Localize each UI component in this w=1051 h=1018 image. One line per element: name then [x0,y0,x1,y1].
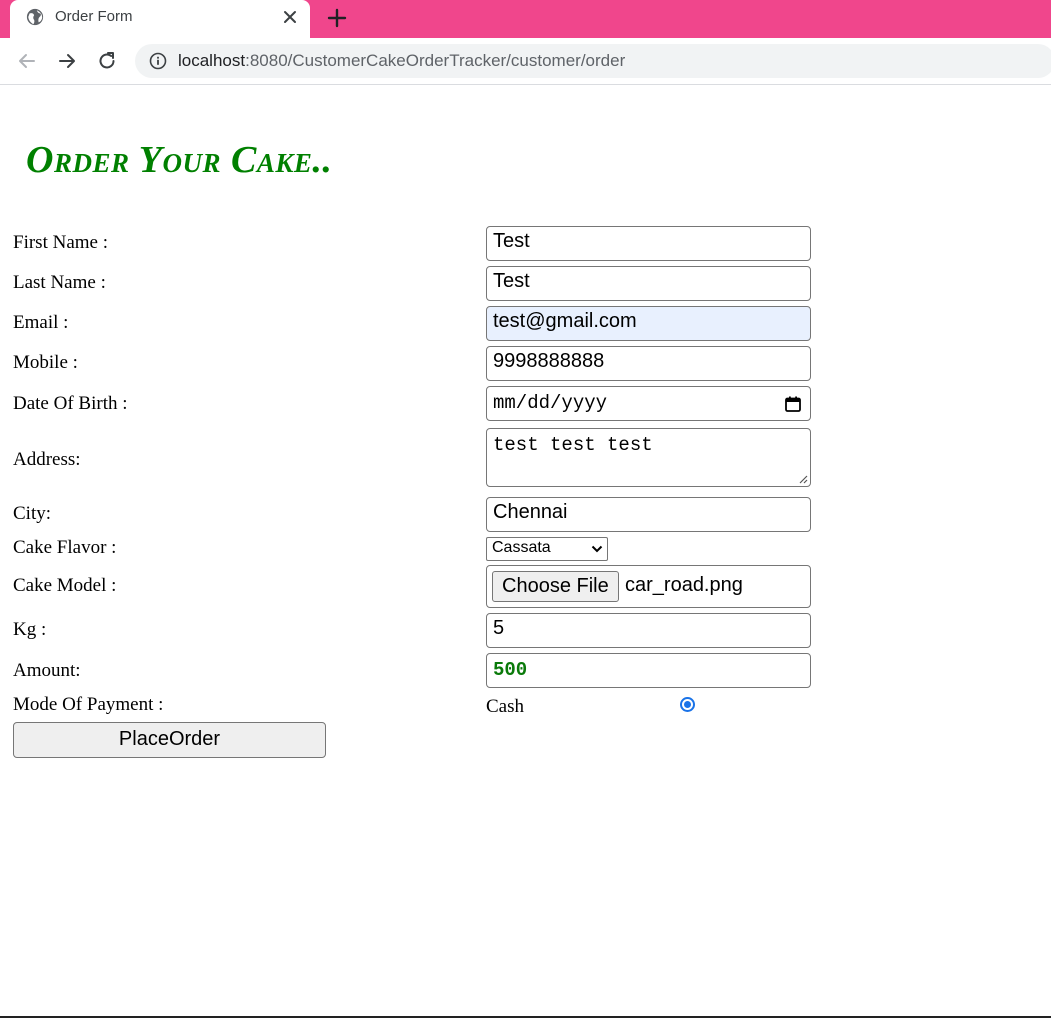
tab-strip: Order Form [0,0,1051,38]
cash-radio[interactable] [680,697,695,712]
amount-input[interactable]: 500 [486,653,811,688]
last-name-input[interactable]: Test [486,266,811,301]
address-bar[interactable]: localhost:8080/CustomerCakeOrderTracker/… [135,44,1051,78]
radio-selected-dot [684,701,691,708]
address-textarea[interactable]: test test test [486,428,811,487]
address-value: test test test [493,434,653,456]
kg-label: Kg : [13,619,47,640]
calendar-icon[interactable] [784,395,802,413]
cake-flavor-select[interactable]: Cassata [486,537,608,561]
browser-toolbar: localhost:8080/CustomerCakeOrderTracker/… [0,38,1051,85]
cash-option-label: Cash [486,696,524,717]
browser-tab[interactable]: Order Form [10,0,310,38]
place-order-button[interactable]: PlaceOrder [13,722,326,758]
resize-grip-icon[interactable] [798,474,808,484]
first-name-label: First Name : [13,232,108,253]
amount-label: Amount: [13,660,81,681]
first-name-input[interactable]: Test [486,226,811,261]
globe-icon [26,8,44,26]
cake-flavor-selected: Cassata [492,539,551,556]
dob-label: Date Of Birth : [13,393,128,414]
reload-icon[interactable] [96,50,118,72]
cake-flavor-label: Cake Flavor : [13,537,117,558]
url-path: :8080/CustomerCakeOrderTracker/customer/… [245,51,626,70]
url-host: localhost [178,51,246,70]
email-label: Email : [13,312,69,333]
dob-placeholder: mm/dd/yyyy [493,392,608,414]
city-input[interactable]: Chennai [486,497,811,532]
cake-model-file-input: Choose File car_road.png [486,565,811,608]
chevron-down-icon [591,545,603,553]
address-label: Address: [13,449,81,470]
mobile-input[interactable]: 9998888888 [486,346,811,381]
url-text: localhost:8080/CustomerCakeOrderTracker/… [178,51,625,71]
mobile-label: Mobile : [13,352,78,373]
email-input[interactable]: test@gmail.com [486,306,811,341]
choose-file-button[interactable]: Choose File [492,571,619,602]
city-label: City: [13,503,52,524]
last-name-label: Last Name : [13,272,106,293]
tab-title: Order Form [55,8,133,25]
info-icon[interactable] [149,52,167,70]
forward-icon[interactable] [56,50,78,72]
kg-input[interactable]: 5 [486,613,811,648]
back-icon[interactable] [16,50,38,72]
dob-input[interactable]: mm/dd/yyyy [486,386,811,421]
close-icon[interactable] [282,9,298,25]
page-title: Order Your Cake.. [26,139,333,181]
new-tab-icon[interactable] [326,7,348,29]
payment-mode-label: Mode Of Payment : [13,694,164,715]
chosen-file-name: car_road.png [625,574,743,596]
cake-model-label: Cake Model : [13,575,117,596]
